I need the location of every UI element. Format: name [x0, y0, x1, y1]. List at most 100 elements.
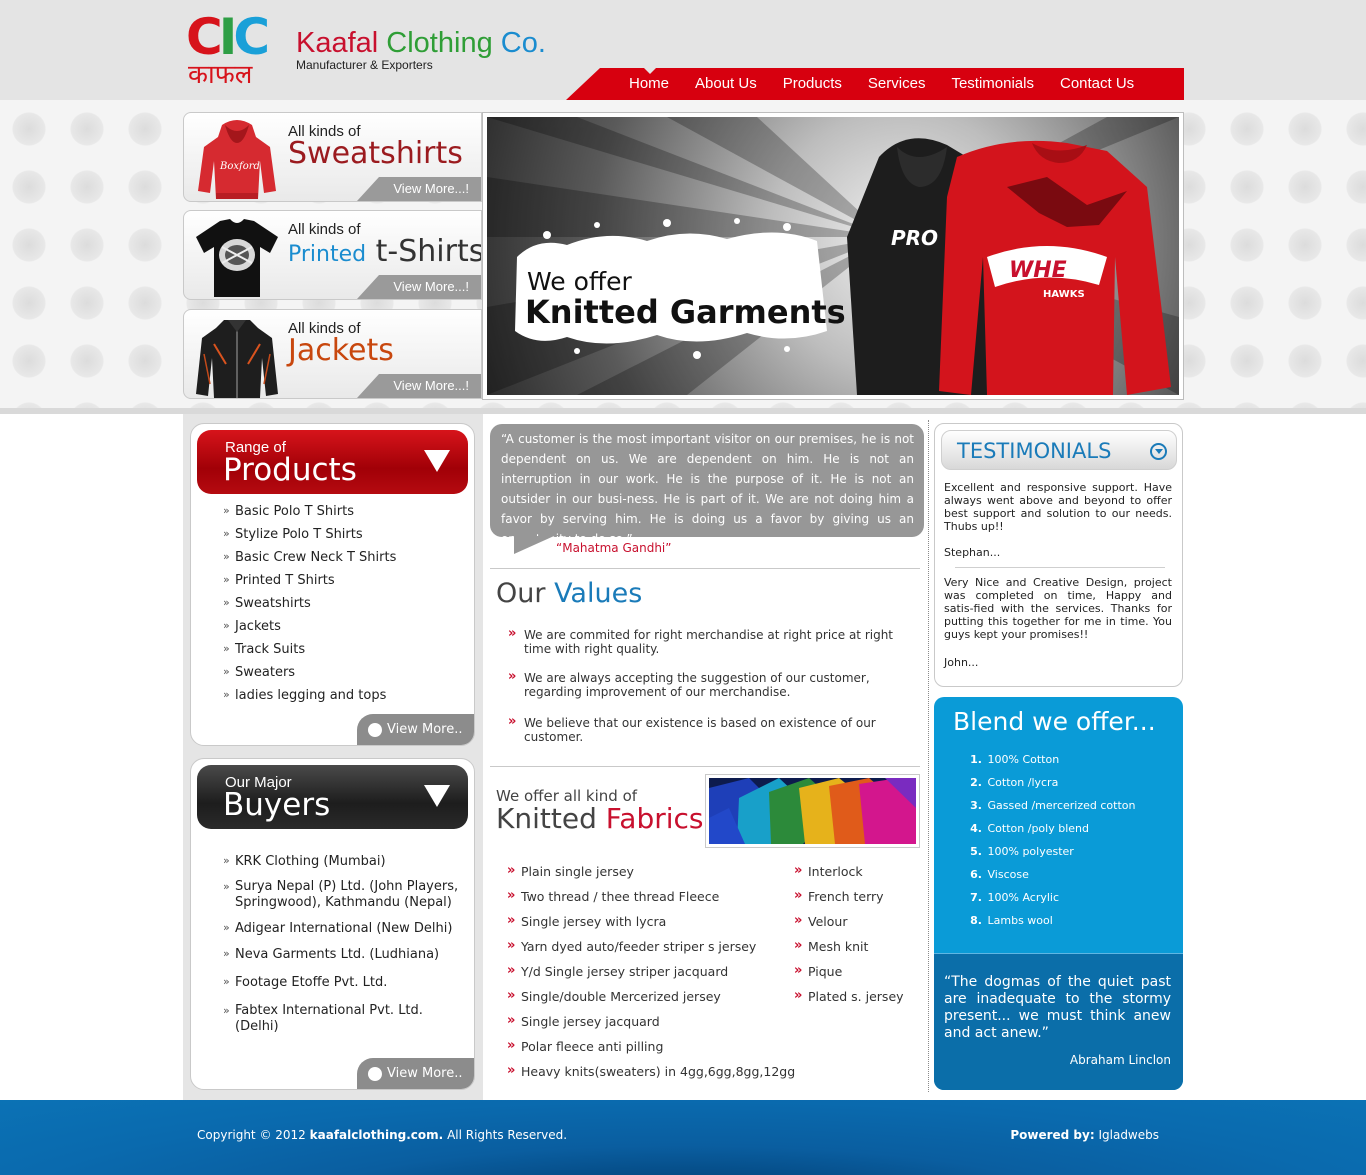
category-printed-label: Printed [288, 242, 367, 267]
brand-word-1: Kaafal [296, 27, 379, 59]
fabric-item: » Single jersey jacquard [507, 1013, 660, 1029]
buyers-panel-header[interactable]: Our Major Buyers [197, 765, 468, 829]
buyers-list: » KRK Clothing (Mumbai) » Surya Nepal (P) … [223, 854, 469, 1043]
double-arrow-icon: » [507, 863, 516, 878]
brand-word-2: Clothing [386, 27, 493, 59]
category-tshirts-label: t-Shirts [375, 234, 482, 269]
double-chevron-icon: » [223, 688, 230, 701]
double-arrow-icon: » [794, 913, 803, 928]
list-item: 6. Viscose [970, 868, 1029, 881]
testimonials-header[interactable]: TESTIMONIALS [941, 430, 1177, 470]
logo[interactable]: CIC काफल [186, 12, 272, 92]
powered-by: Powered by: Igladwebs [1010, 1128, 1159, 1142]
products-panel-header[interactable]: Range of Products [197, 430, 468, 494]
logo-hindi: काफल [188, 60, 253, 90]
dropdown-arrow-icon [424, 785, 450, 807]
fabric-item: » Interlock [794, 863, 863, 879]
fabrics-heading-b: Fabrics [605, 802, 704, 835]
sweatshirt-image: Boxford [198, 120, 276, 199]
value-item: » We believe that our existence is based … [508, 714, 876, 745]
fabrics-heading: Knitted Fabrics [496, 802, 704, 835]
list-item[interactable]: » Basic Crew Neck T Shirts [223, 550, 396, 573]
category-jackets-view-more[interactable]: View More...! [357, 374, 481, 398]
fabric-item: » Plain single jersey [507, 863, 634, 879]
testimonials-title: TESTIMONIALS [957, 439, 1112, 463]
double-arrow-icon: » [507, 1063, 516, 1078]
list-item[interactable]: » Jackets [223, 619, 396, 642]
blend-panel: Blend we offer... 1. 100% Cotton 2. Cott… [934, 697, 1183, 1090]
category-sweatshirts-label: Sweatshirts [288, 136, 463, 171]
list-item[interactable]: » Surya Nepal (P) Ltd. (John Players, Spr… [223, 879, 469, 921]
double-chevron-icon: » [223, 665, 230, 678]
double-chevron-icon: » [223, 619, 230, 632]
list-item[interactable]: » Neva Garments Ltd. (Ludhiana) [223, 947, 469, 975]
brand-word-3: Co. [500, 27, 546, 59]
category-jackets[interactable]: All kinds of Jackets View More...! [183, 309, 482, 399]
fabric-item: » Mesh knit [794, 938, 869, 954]
fabric-item: » Velour [794, 913, 848, 929]
hero-banner[interactable]: PRO WHE HAWKS We offer Knitted Garments [482, 112, 1184, 400]
value-item: » We are commited for right merchandise a… [508, 626, 894, 657]
list-item: 2. Cotton /lycra [970, 776, 1059, 789]
category-sweatshirts-view-more[interactable]: View More...! [357, 177, 481, 201]
category-printed-tshirts[interactable]: All kinds of Printed t-Shirts View More.… [183, 210, 482, 300]
double-arrow-icon: » [507, 888, 516, 903]
fabric-item: » Pique [794, 963, 843, 979]
circle-icon [368, 723, 382, 737]
fabric-item: » Plated s. jersey [794, 988, 904, 1004]
fabric-item: » Heavy knits(sweaters) in 4gg,6gg,8gg,12… [507, 1063, 796, 1079]
list-item[interactable]: » Sweaters [223, 665, 396, 688]
list-item[interactable]: » KRK Clothing (Mumbai) [223, 854, 469, 879]
list-item[interactable]: » Printed T Shirts [223, 573, 396, 596]
hero-line-1: We offer [527, 267, 632, 296]
double-arrow-icon: » [508, 669, 517, 684]
products-view-more-button[interactable]: View More.. [357, 714, 474, 745]
nav-products[interactable]: Products [770, 68, 855, 100]
double-arrow-icon: » [794, 888, 803, 903]
hero-back-print: PRO [891, 226, 938, 250]
list-item[interactable]: » Fabtex International Pvt. Ltd. (Delhi) [223, 1003, 469, 1043]
fabrics-image [705, 774, 920, 848]
double-arrow-icon: » [507, 963, 516, 978]
blend-title: Blend we offer... [953, 707, 1156, 736]
testimonials-panel: TESTIMONIALS Excellent and responsive su… [934, 423, 1183, 687]
values-heading: Our Values [496, 578, 642, 609]
divider [490, 568, 920, 569]
active-nav-indicator-icon [644, 68, 656, 74]
double-chevron-icon: » [223, 573, 230, 586]
double-chevron-icon: » [223, 527, 230, 540]
list-item[interactable]: » ladies legging and tops [223, 688, 396, 711]
double-chevron-icon: » [223, 1004, 230, 1017]
buyers-view-more-button[interactable]: View More.. [357, 1058, 474, 1089]
list-item[interactable]: » Adigear International (New Delhi) [223, 921, 469, 947]
hero-image: PRO WHE HAWKS We offer Knitted Garments [487, 117, 1179, 395]
list-item[interactable]: » Stylize Polo T Shirts [223, 527, 396, 550]
divider [490, 766, 920, 767]
list-item[interactable]: » Sweatshirts [223, 596, 396, 619]
fabrics-heading-a: Knitted [496, 802, 597, 835]
list-item[interactable]: » Basic Polo T Shirts [223, 504, 396, 527]
category-sweatshirts[interactable]: Boxford All kinds of Sweatshirts View Mo… [183, 112, 482, 202]
fabric-item: » Single/double Mercerized jersey [507, 988, 721, 1004]
fabric-item: » Two thread / thee thread Fleece [507, 888, 720, 904]
speech-tail-icon [514, 536, 554, 554]
nav-about-us[interactable]: About Us [682, 68, 770, 100]
testimonial-text: Very Nice and Creative Design, project w… [944, 576, 1172, 641]
powered-by-link[interactable]: Igladwebs [1098, 1128, 1159, 1142]
values-heading-b: Values [554, 578, 643, 609]
list-item[interactable]: » Track Suits [223, 642, 396, 665]
fabric-item: » Single jersey with lycra [507, 913, 667, 929]
expand-circle-icon[interactable] [1150, 443, 1167, 460]
divider [955, 567, 1165, 568]
nav-contact-us[interactable]: Contact Us [1047, 68, 1147, 100]
list-item[interactable]: » Footage Etoffe Pvt. Ltd. [223, 975, 469, 1003]
double-chevron-icon: » [223, 921, 230, 934]
buyers-panel-title: Buyers [223, 787, 331, 823]
values-heading-a: Our [496, 578, 546, 609]
fabric-swatches-graphic [709, 778, 916, 844]
category-printed-tshirts-view-more[interactable]: View More...! [357, 275, 481, 299]
jacket-image [196, 320, 278, 398]
footer-site-link[interactable]: kaafalclothing.com. [310, 1128, 444, 1142]
nav-testimonials[interactable]: Testimonials [938, 68, 1047, 100]
nav-services[interactable]: Services [855, 68, 939, 100]
